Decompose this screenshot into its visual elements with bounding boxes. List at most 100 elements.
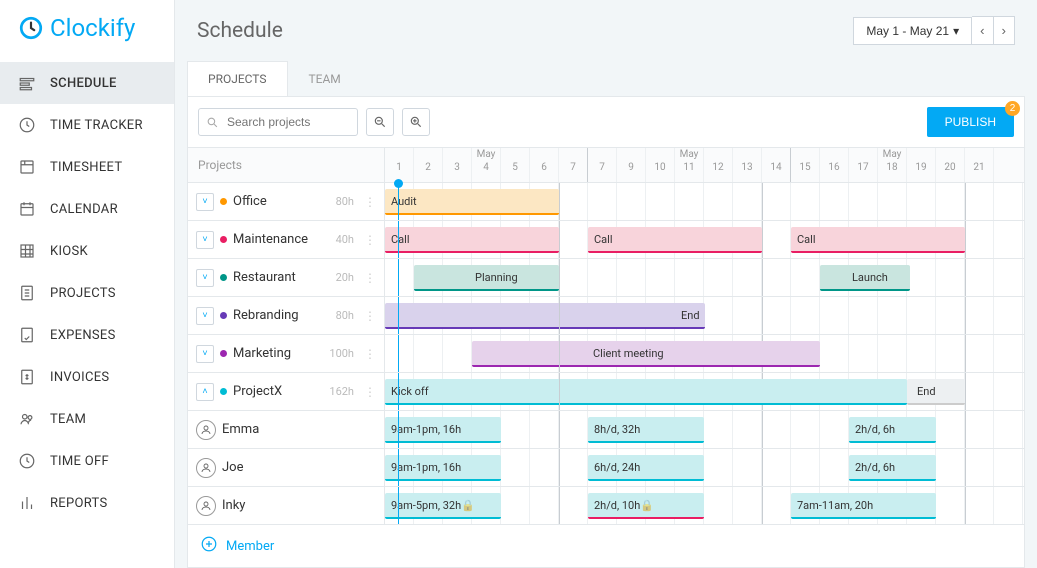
timeline[interactable]: 9am-5pm, 32h 🔒 2h/d, 10h 🔒 7am-11am, 20h: [385, 487, 1024, 524]
project-row: ˄ ProjectX 162h ⋮ Kick offEnd: [188, 373, 1024, 411]
team-cell: Inky: [188, 487, 385, 524]
team-row: Emma 9am-1pm, 16h 8h/d, 32h 2h/d, 6h: [188, 411, 1024, 449]
drag-handle[interactable]: ⋮: [364, 195, 376, 209]
drag-handle[interactable]: ⋮: [364, 309, 376, 323]
assignment-bar[interactable]: 9am-1pm, 16h: [385, 455, 501, 481]
day-header: 4May: [472, 148, 501, 182]
expand-toggle[interactable]: ˅: [196, 231, 214, 249]
day-header: 7: [588, 148, 617, 182]
schedule-bar[interactable]: Launch: [820, 265, 910, 291]
project-hours: 100h: [329, 347, 354, 360]
drag-handle[interactable]: ⋮: [364, 385, 376, 399]
expand-toggle[interactable]: ˅: [196, 269, 214, 287]
drag-handle[interactable]: ⋮: [364, 271, 376, 285]
zoom-in-button[interactable]: [402, 108, 430, 136]
timeline[interactable]: Kick offEnd: [385, 373, 1024, 410]
nav-kiosk[interactable]: KIOSK: [0, 230, 174, 272]
nav-timesheet[interactable]: TIMESHEET: [0, 146, 174, 188]
nav-calendar[interactable]: CALENDAR: [0, 188, 174, 230]
timeline[interactable]: End: [385, 297, 1024, 334]
schedule-bar[interactable]: Call: [385, 227, 559, 253]
schedule-bar[interactable]: Call: [791, 227, 965, 253]
assignment-bar[interactable]: 2h/d, 6h: [849, 455, 936, 481]
assignment-bar[interactable]: 2h/d, 10h 🔒: [588, 493, 704, 519]
expand-toggle[interactable]: ˄: [196, 383, 214, 401]
add-member-row[interactable]: Member: [188, 525, 1024, 568]
assignment-bar[interactable]: 8h/d, 32h: [588, 417, 704, 443]
project-row: ˅ Office 80h ⋮ Audit: [188, 183, 1024, 221]
expand-toggle[interactable]: ˅: [196, 345, 214, 363]
timeline[interactable]: Audit: [385, 183, 1024, 220]
assignment-bar[interactable]: 7am-11am, 20h: [791, 493, 936, 519]
day-header: 16: [820, 148, 849, 182]
assignment-bar[interactable]: 9am-5pm, 32h 🔒: [385, 493, 501, 519]
project-name: Marketing: [233, 346, 323, 361]
logo[interactable]: Clockify: [0, 0, 174, 56]
timeline[interactable]: Planning Launch: [385, 259, 1024, 296]
day-header: 17: [849, 148, 878, 182]
day-header: 6: [530, 148, 559, 182]
nav-time-off[interactable]: TIME OFF: [0, 440, 174, 482]
main: Schedule May 1 - May 21 ▾ ‹ › PROJECTS T…: [175, 0, 1037, 568]
today-line: [398, 449, 399, 486]
project-name: Maintenance: [233, 232, 330, 247]
schedule-bar[interactable]: Planning: [414, 265, 559, 291]
project-name: ProjectX: [233, 384, 323, 399]
nav-team[interactable]: TEAM: [0, 398, 174, 440]
kiosk-icon: [18, 242, 36, 260]
avatar-icon: [196, 458, 216, 478]
schedule-bar[interactable]: Client meeting: [472, 341, 820, 367]
timeline[interactable]: 9am-1pm, 16h 8h/d, 32h 2h/d, 6h: [385, 411, 1024, 448]
drag-handle[interactable]: ⋮: [364, 347, 376, 361]
tab-projects[interactable]: PROJECTS: [187, 61, 288, 97]
schedule-bar[interactable]: End: [907, 379, 965, 405]
assignment-bar[interactable]: 9am-1pm, 16h: [385, 417, 501, 443]
assignment-bar[interactable]: 6h/d, 24h: [588, 455, 704, 481]
nav-invoices[interactable]: INVOICES: [0, 356, 174, 398]
project-hours: 80h: [336, 195, 354, 208]
lock-icon: 🔒: [640, 499, 654, 512]
project-cell: ˅ Maintenance 40h ⋮: [188, 221, 385, 258]
nav-label: SCHEDULE: [50, 76, 117, 91]
team-icon: [18, 410, 36, 428]
expand-toggle[interactable]: ˅: [196, 307, 214, 325]
assignment-bar[interactable]: 2h/d, 6h: [849, 417, 936, 443]
schedule-bar[interactable]: Audit: [385, 189, 559, 215]
schedule-bar[interactable]: Kick off: [385, 379, 907, 405]
drag-handle[interactable]: ⋮: [364, 233, 376, 247]
project-rows: ˅ Office 80h ⋮ Audit ˅ Maintenance 40h ⋮…: [188, 183, 1024, 411]
nav-expenses[interactable]: EXPENSES: [0, 314, 174, 356]
search-wrap: [198, 108, 358, 136]
logo-text: Clockify: [50, 14, 135, 42]
date-range-button[interactable]: May 1 - May 21 ▾: [853, 17, 972, 45]
nav-time-tracker[interactable]: TIME TRACKER: [0, 104, 174, 146]
team-member-name: Emma: [222, 422, 376, 437]
project-row: ˅ Marketing 100h ⋮ Client meeting: [188, 335, 1024, 373]
tab-team[interactable]: TEAM: [288, 61, 362, 97]
day-header: 18May: [878, 148, 907, 182]
nav-projects[interactable]: PROJECTS: [0, 272, 174, 314]
date-next-button[interactable]: ›: [994, 16, 1015, 45]
schedule-bar[interactable]: Call: [588, 227, 762, 253]
team-row: Joe 9am-1pm, 16h6h/d, 24h2h/d, 6h: [188, 449, 1024, 487]
project-hours: 20h: [336, 271, 354, 284]
timeline[interactable]: 9am-1pm, 16h 6h/d, 24h 2h/d, 6h: [385, 449, 1024, 486]
date-range-picker: May 1 - May 21 ▾ ‹ ›: [853, 16, 1015, 45]
nav-reports[interactable]: REPORTS: [0, 482, 174, 524]
reports-icon: [18, 494, 36, 512]
nav-label: TIMESHEET: [50, 160, 122, 175]
project-color-dot: [220, 198, 227, 205]
schedule-bar[interactable]: End: [385, 303, 705, 329]
date-prev-button[interactable]: ‹: [972, 16, 993, 45]
search-input[interactable]: [198, 108, 358, 136]
nav-schedule[interactable]: SCHEDULE: [0, 62, 174, 104]
day-header: 15: [791, 148, 820, 182]
expand-toggle[interactable]: ˅: [196, 193, 214, 211]
zoom-out-button[interactable]: [366, 108, 394, 136]
time-off-icon: [18, 452, 36, 470]
timeline[interactable]: Call Call Call: [385, 221, 1024, 258]
team-rows: Emma 9am-1pm, 16h8h/d, 32h2h/d, 6h Joe 9…: [188, 411, 1024, 525]
schedule-icon: [18, 74, 36, 92]
timeline[interactable]: Client meeting: [385, 335, 1024, 372]
publish-button[interactable]: PUBLISH 2: [927, 107, 1014, 137]
